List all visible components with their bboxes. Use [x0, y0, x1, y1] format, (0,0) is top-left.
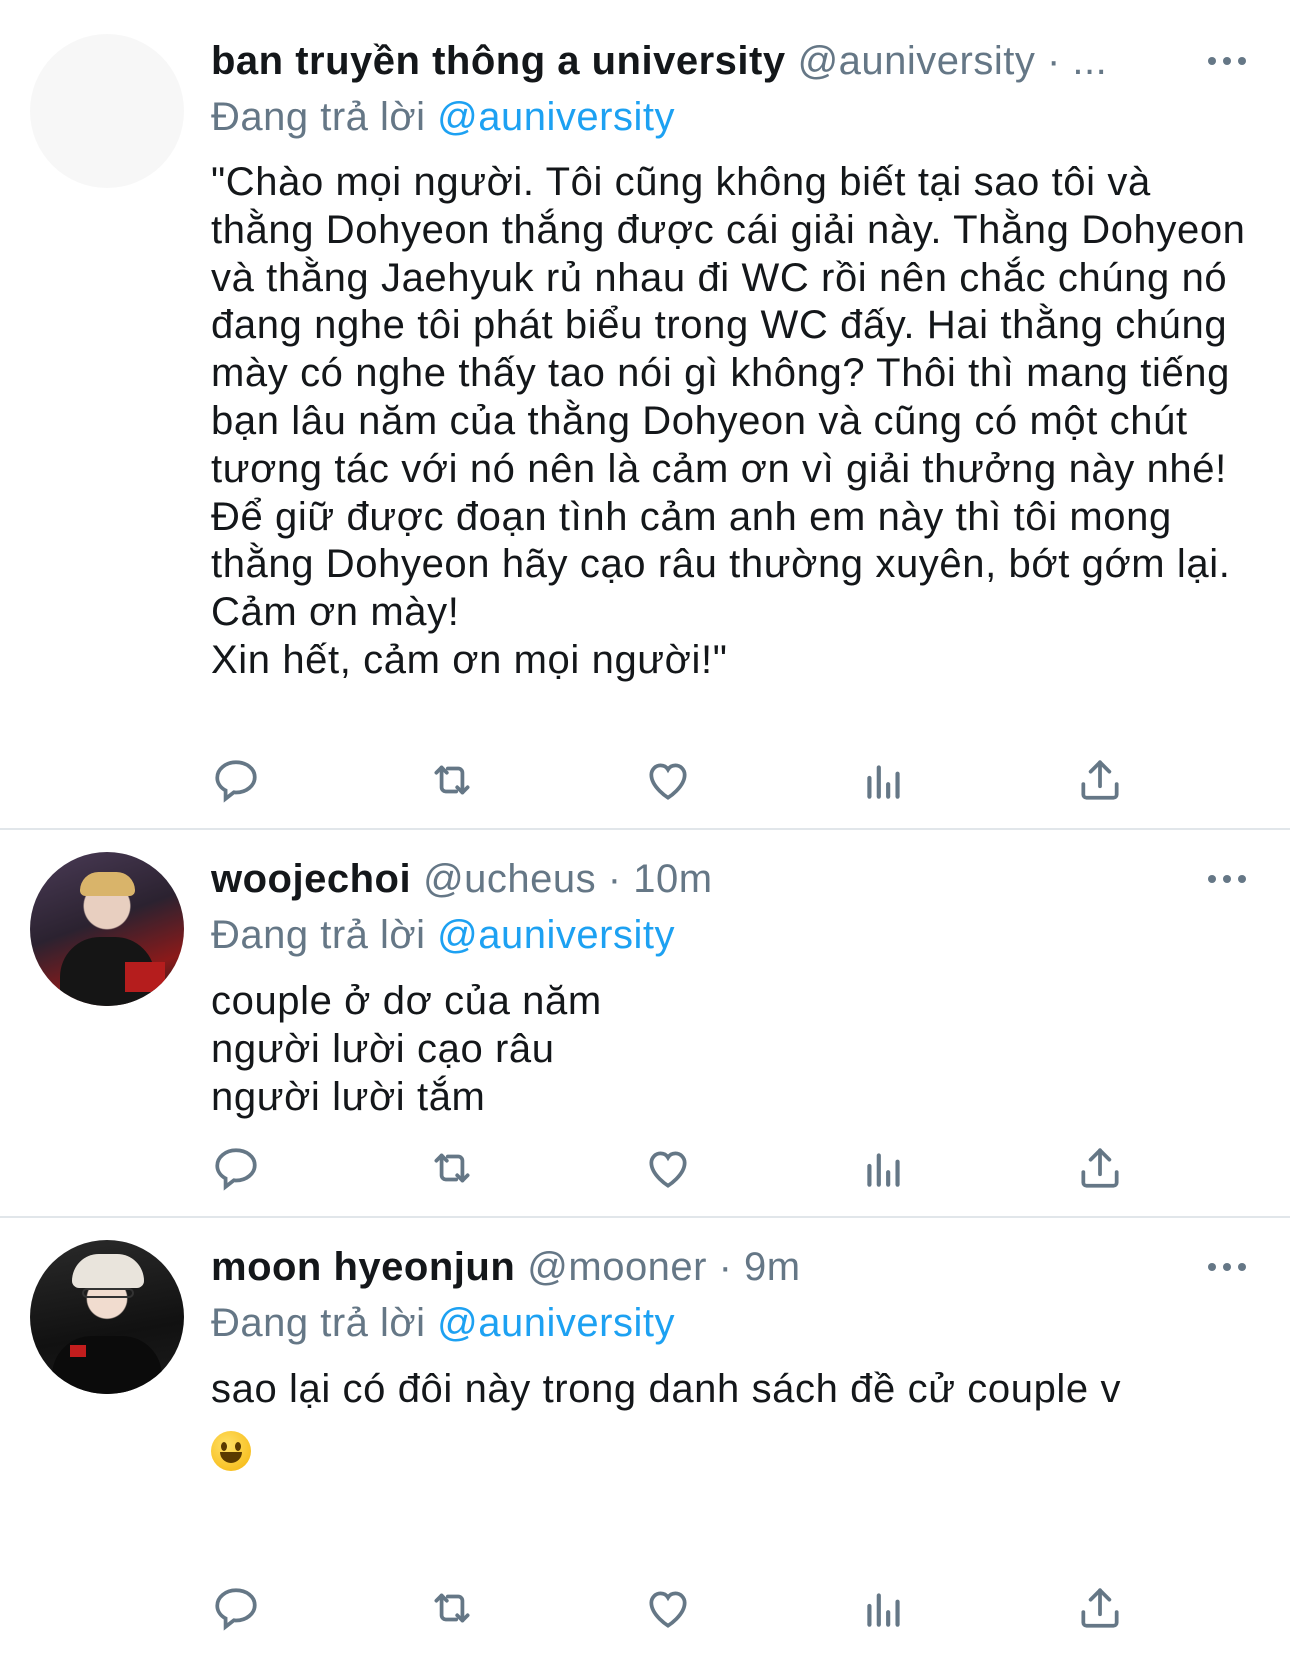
like-icon [649, 1151, 687, 1188]
retweet-icon [434, 765, 470, 795]
like-button[interactable] [643, 752, 859, 808]
display-name[interactable]: woojechoi [211, 851, 411, 907]
reply-context: Đang trả lời @auniversity [211, 907, 1250, 963]
reply-context: Đang trả lời @auniversity [211, 89, 1250, 145]
tweet-1[interactable]: ban truyền thông a university @auniversi… [0, 0, 1290, 830]
handle-time: @auniversity · ... [797, 39, 1108, 83]
share-button[interactable] [1075, 752, 1290, 808]
more-icon[interactable] [1208, 33, 1246, 89]
tweet-line: người lười tắm [211, 1075, 486, 1119]
tweet-text: "Chào mọi người. Tôi cũng không biết tại… [211, 159, 1250, 685]
reply-icon [215, 1588, 257, 1631]
like-button[interactable] [643, 1140, 859, 1196]
analytics-icon [867, 765, 900, 799]
tweet-2[interactable]: woojechoi @ucheus · 10m Đang trả lời @au… [0, 830, 1290, 1218]
reply-prefix: Đang trả lời [211, 1301, 426, 1345]
reply-prefix: Đang trả lời [211, 95, 426, 139]
avatar[interactable] [30, 1240, 184, 1394]
tweet-line: Để giữ được đoạn tình cảm anh em này thì… [211, 494, 1231, 635]
reply-button[interactable] [211, 752, 427, 808]
display-name[interactable]: moon hyeonjun [211, 1239, 515, 1295]
reply-button[interactable] [211, 1140, 427, 1196]
more-icon[interactable] [1208, 851, 1246, 907]
tweet-line: Xin hết, cảm ơn mọi người!" [211, 637, 728, 682]
reply-button[interactable] [211, 1580, 427, 1636]
tweet-text: sao lại có đôi này trong danh sách đề cử… [211, 1365, 1250, 1473]
analytics-button[interactable] [859, 752, 1075, 808]
tweet-3[interactable]: moon hyeonjun @mooner · 9m Đang trả lời … [0, 1218, 1290, 1676]
handle-time: @ucheus · 10m [423, 857, 713, 901]
analytics-icon [867, 1593, 900, 1627]
like-icon [649, 763, 687, 800]
action-bar [211, 752, 1290, 808]
analytics-icon [867, 1153, 900, 1187]
analytics-button[interactable] [859, 1580, 1075, 1636]
reply-handle-link[interactable]: @auniversity [437, 1301, 675, 1345]
retweet-button[interactable] [427, 1140, 643, 1196]
action-bar [211, 1580, 1290, 1636]
more-icon[interactable] [1208, 1239, 1246, 1295]
display-name[interactable]: ban truyền thông a university [211, 33, 786, 89]
tweet-text: couple ở dơ của năm người lười cạo râu n… [211, 977, 1250, 1121]
like-button[interactable] [643, 1580, 859, 1636]
retweet-icon [434, 1153, 470, 1183]
retweet-button[interactable] [427, 1580, 643, 1636]
action-bar [211, 1140, 1290, 1196]
share-icon [1081, 1588, 1119, 1628]
analytics-button[interactable] [859, 1140, 1075, 1196]
share-button[interactable] [1075, 1580, 1290, 1636]
tweet-line: "Chào mọi người. Tôi cũng không biết tại… [211, 160, 1246, 491]
avatar[interactable] [30, 852, 184, 1006]
reply-icon [215, 760, 257, 803]
avatar[interactable] [30, 34, 184, 188]
tweet-line: người lười cạo râu [211, 1027, 555, 1071]
reply-context: Đang trả lời @auniversity [211, 1295, 1250, 1351]
share-icon [1081, 1148, 1119, 1188]
reply-handle-link[interactable]: @auniversity [437, 913, 675, 957]
reply-handle-link[interactable]: @auniversity [437, 95, 675, 139]
reply-prefix: Đang trả lời [211, 913, 426, 957]
handle-time: @mooner · 9m [527, 1245, 801, 1289]
retweet-button[interactable] [427, 752, 643, 808]
tweet-line: couple ở dơ của năm [211, 979, 602, 1023]
retweet-icon [434, 1593, 470, 1623]
reply-icon [215, 1148, 257, 1191]
share-icon [1081, 760, 1119, 800]
share-button[interactable] [1075, 1140, 1290, 1196]
like-icon [649, 1591, 687, 1628]
grinning-face-emoji [211, 1431, 251, 1472]
tweet-line: sao lại có đôi này trong danh sách đề cử… [211, 1367, 1122, 1411]
